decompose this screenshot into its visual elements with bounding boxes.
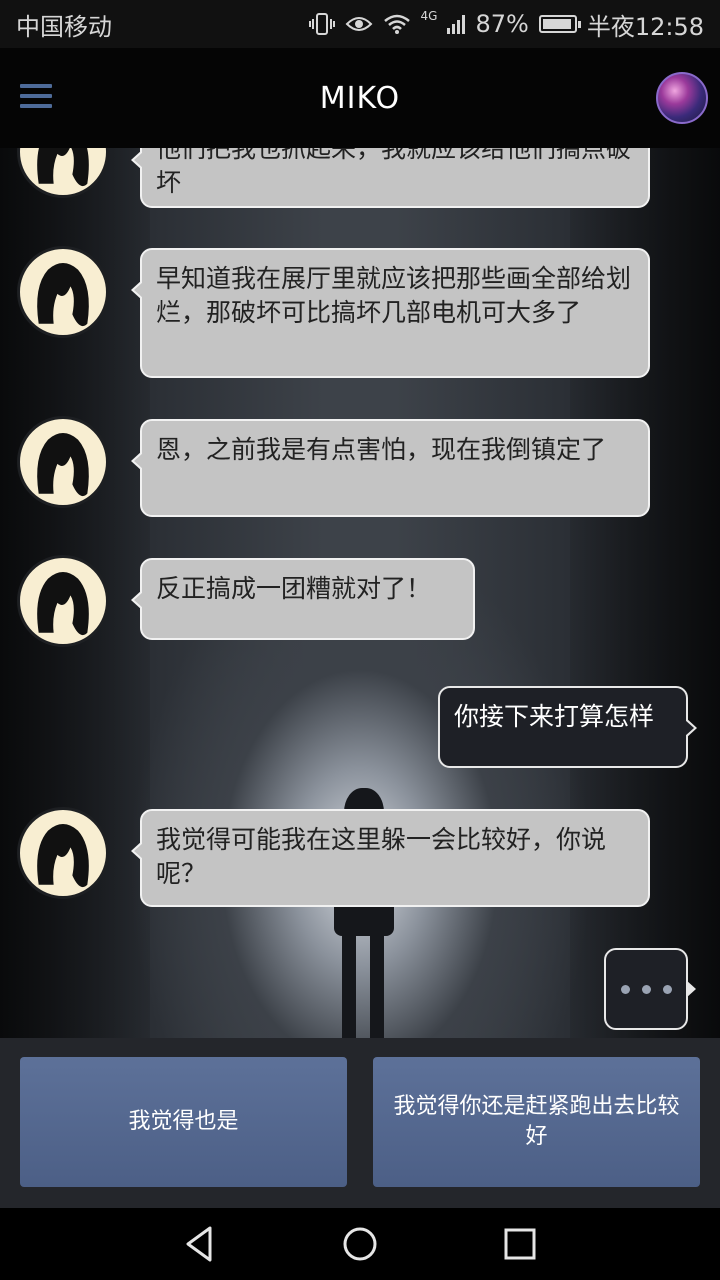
navigation-bar [0, 1208, 720, 1280]
reply-choices: 我觉得也是 我觉得你还是赶紧跑出去比较好 [0, 1038, 720, 1208]
ellipsis-icon [604, 948, 696, 1030]
message-bubble: 早知道我在展厅里就应该把那些画全部给划烂，那破坏可比搞坏几部电机可大多了 [131, 248, 650, 378]
network-type: 4G [420, 9, 438, 23]
message-bubble: 恩，之前我是有点害怕，现在我倒镇定了 [131, 419, 650, 517]
miko-avatar[interactable] [17, 555, 109, 647]
status-icons: 4G 87% 半夜12:58 [308, 7, 704, 42]
battery-percent: 87% [475, 10, 529, 38]
hamburger-icon[interactable] [20, 84, 52, 110]
app-bar: MIKO [0, 48, 720, 148]
choice-button-agree[interactable]: 我觉得也是 [20, 1057, 347, 1187]
miko-avatar[interactable] [17, 416, 109, 508]
status-bar: 中国移动 4G 87% 半夜12:58 [0, 0, 720, 48]
message-bubble: 他们把我也抓起来，我就应该给他们搞点破坏 [131, 148, 650, 208]
profile-avatar[interactable] [656, 72, 708, 124]
chat-area[interactable]: 他们把我也抓起来，我就应该给他们搞点破坏 早知道我在展厅里就应该把那些画全部给划… [0, 148, 720, 1038]
clock: 半夜12:58 [586, 12, 704, 41]
carrier-name: 中国移动 [16, 12, 112, 41]
choice-button-run[interactable]: 我觉得你还是赶紧跑出去比较好 [373, 1057, 700, 1187]
eye-icon [345, 17, 372, 31]
back-triangle-icon[interactable] [178, 1222, 222, 1266]
user-message-bubble: 你接下来打算怎样 [438, 686, 697, 768]
miko-avatar[interactable] [17, 807, 109, 899]
home-circle-icon[interactable] [338, 1222, 382, 1266]
battery-icon [538, 15, 581, 33]
signal-icon [447, 14, 466, 34]
miko-avatar[interactable] [17, 246, 109, 338]
page-title: MIKO [319, 80, 401, 116]
vibrate-icon [308, 13, 335, 35]
recent-square-icon[interactable] [498, 1222, 542, 1266]
message-bubble: 反正搞成一团糟就对了！ [131, 558, 475, 640]
message-bubble: 我觉得可能我在这里躲一会比较好，你说呢？ [131, 809, 650, 907]
wifi-icon [383, 14, 410, 34]
